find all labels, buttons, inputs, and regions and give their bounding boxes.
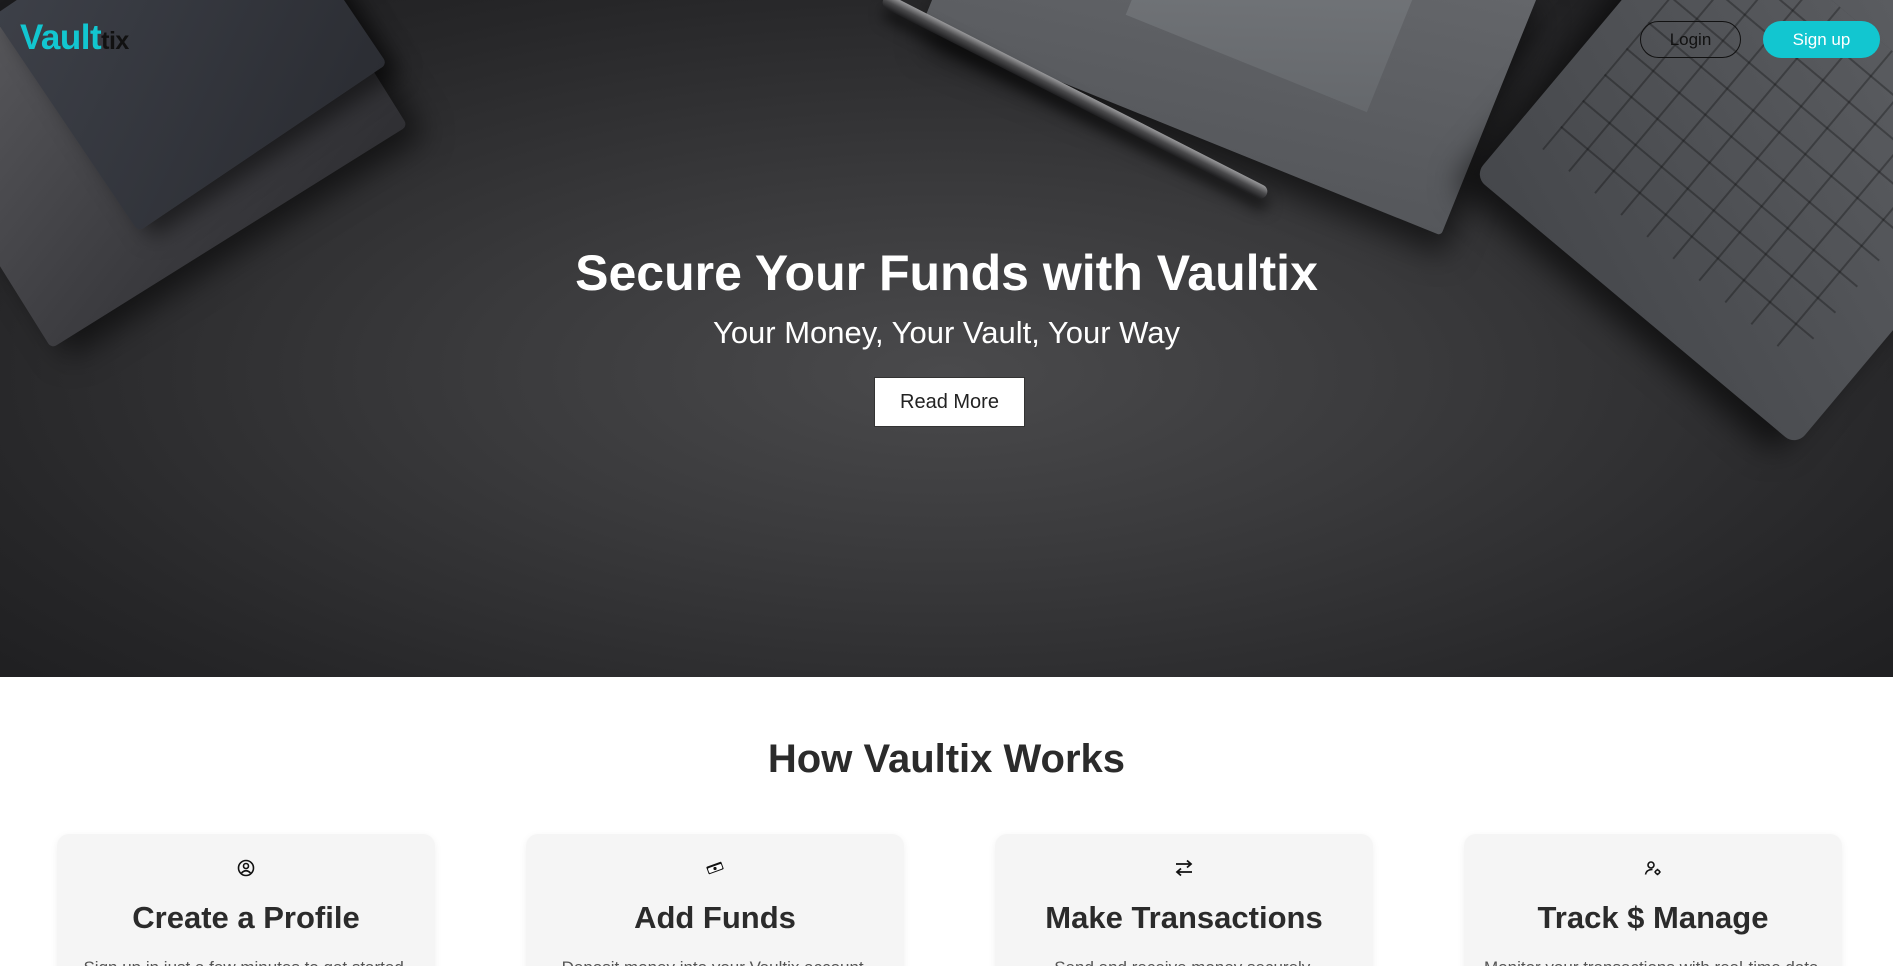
user-circle-icon	[57, 858, 435, 878]
hero-title: Secure Your Funds with Vaultix	[575, 245, 1318, 301]
step-card-add-funds: Add Funds Deposit money into your Vaulti…	[526, 834, 904, 966]
signup-button[interactable]: Sign up	[1763, 21, 1880, 58]
how-it-works-title: How Vaultix Works	[767, 737, 1126, 781]
hero-subtitle: Your Money, Your Vault, Your Way	[712, 315, 1181, 350]
money-icon	[526, 858, 904, 878]
card-title: Create a Profile	[132, 900, 360, 935]
hero-section: Vaulttix Login Sign up Secure Your Funds…	[0, 0, 1893, 677]
card-text: Sign up in just a few minutes to get sta…	[77, 958, 415, 966]
card-title: Track $ Manage	[1537, 900, 1769, 935]
step-card-track-manage: Track $ Manage Monitor your transactions…	[1464, 834, 1842, 966]
step-card-make-transactions: Make Transactions Send and receive money…	[995, 834, 1373, 966]
card-title: Add Funds	[634, 900, 796, 935]
transfer-arrows-icon	[995, 858, 1373, 878]
user-settings-icon	[1464, 858, 1842, 878]
login-button[interactable]: Login	[1640, 21, 1741, 58]
card-text: Deposit money into your Vaultix account.	[546, 958, 884, 966]
brand-logo[interactable]: Vaulttix	[20, 18, 129, 58]
card-text: Monitor your transactions with real-time…	[1484, 958, 1822, 966]
step-card-create-profile: Create a Profile Sign up in just a few m…	[57, 834, 435, 966]
card-title: Make Transactions	[1045, 900, 1323, 935]
read-more-button[interactable]: Read More	[874, 377, 1025, 427]
brand-logo-part2: tix	[101, 27, 129, 55]
card-text: Send and receive money securely.	[1015, 958, 1353, 966]
brand-logo-part1: Vault	[20, 18, 102, 57]
